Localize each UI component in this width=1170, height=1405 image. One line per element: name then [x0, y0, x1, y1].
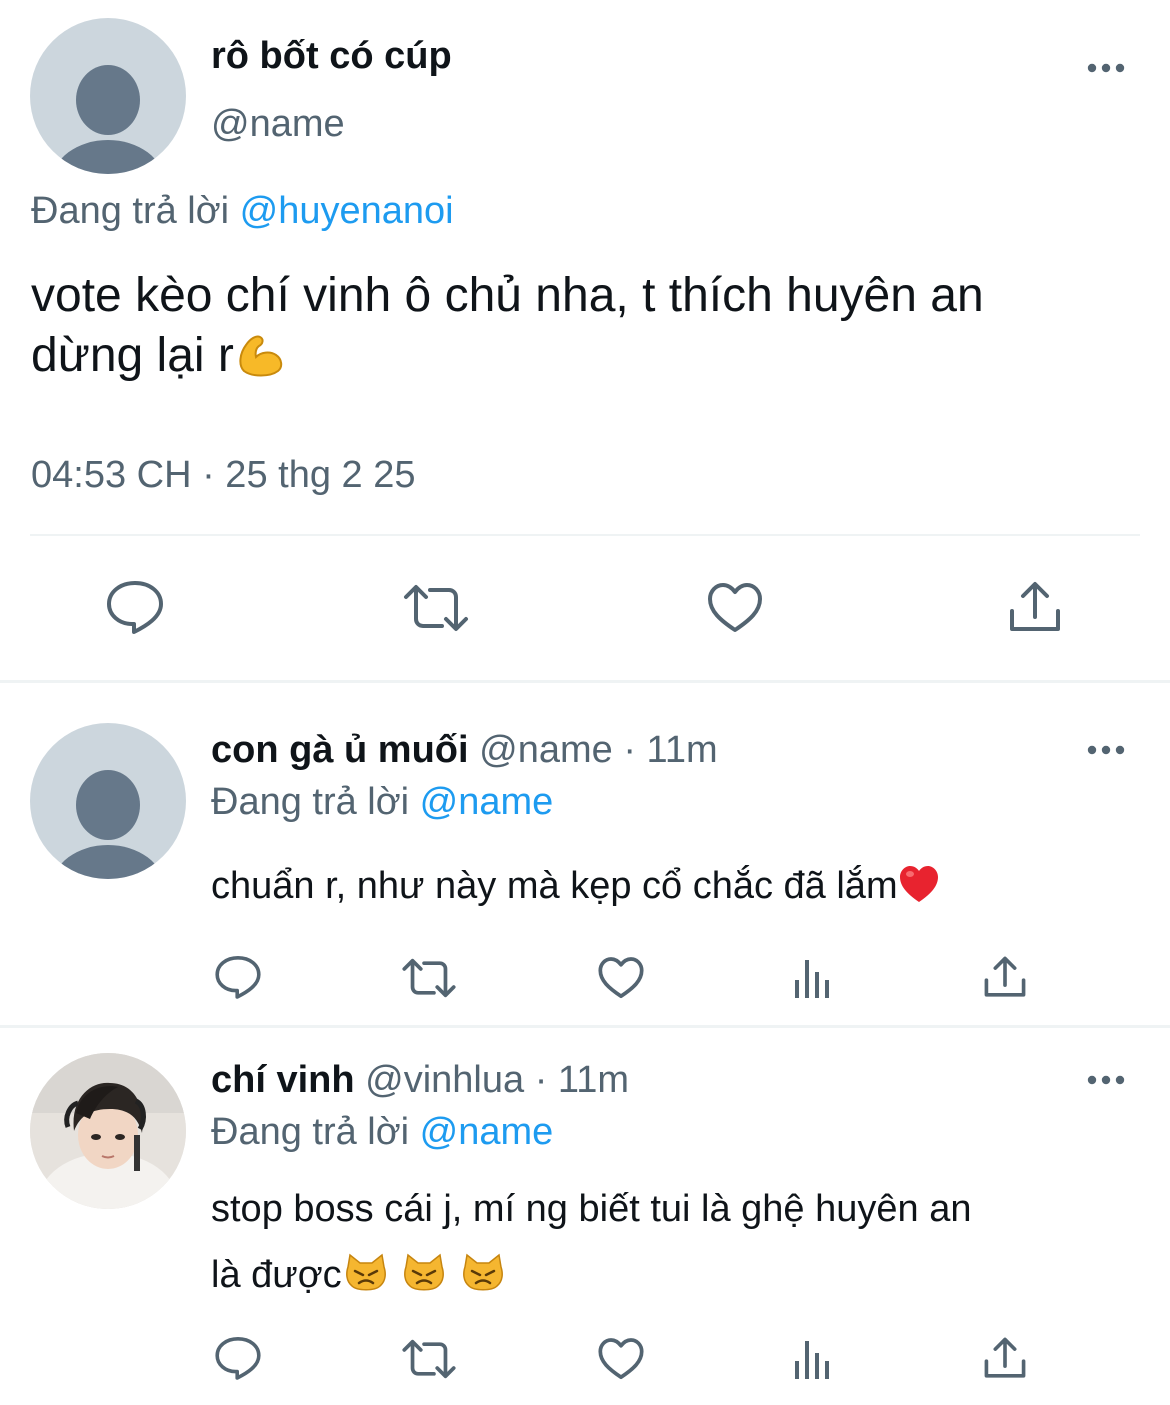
pouting-cat-emoji [342, 1253, 390, 1296]
upload-arrow-icon [984, 956, 1026, 997]
avatar[interactable] [30, 723, 186, 879]
mention-link[interactable]: @name [420, 781, 554, 823]
display-name[interactable]: chí vinh [211, 1059, 355, 1101]
avatar[interactable] [30, 18, 186, 174]
display-name[interactable]: con gà ủ muối [211, 729, 469, 771]
handle[interactable]: @name [479, 729, 613, 771]
tweet-text-line-2: dừng lại r [31, 326, 1161, 386]
heart-outline-icon [598, 1338, 644, 1380]
retweet-button[interactable] [401, 957, 457, 999]
like-button[interactable] [597, 956, 645, 1000]
tweet-text-line: stop boss cái j, mí ng biết tui là ghệ h… [211, 1188, 972, 1230]
heart-outline-icon [708, 583, 762, 632]
more-options-icon[interactable] [1086, 1072, 1126, 1088]
views-button[interactable] [793, 1339, 833, 1381]
reply-button[interactable] [214, 1335, 262, 1381]
avatar[interactable] [30, 1053, 186, 1209]
like-button[interactable] [706, 582, 764, 634]
tweet-text-line: vote kèo chí vinh ô chủ nha, t thích huy… [31, 269, 984, 322]
tweet-text-line: là được [211, 1254, 342, 1296]
mention-link[interactable]: @name [420, 1111, 554, 1153]
views-button[interactable] [793, 958, 833, 1000]
retweet-arrows-icon [402, 1339, 456, 1379]
replying-to: Đang trả lời @name [211, 779, 553, 825]
share-button[interactable] [983, 956, 1027, 998]
retweet-arrows-icon [402, 958, 456, 998]
retweet-button[interactable] [401, 1338, 457, 1380]
upload-arrow-icon [1010, 582, 1060, 631]
divider [30, 534, 1140, 536]
tweet-text-line: chuẩn r, như này mà kẹp cổ chắc đã lắm [211, 865, 898, 907]
share-button[interactable] [983, 1337, 1027, 1379]
pouting-cat-emoji [459, 1253, 507, 1296]
tweet-text: stop boss cái j, mí ng biết tui là ghệ h… [211, 1176, 1151, 1308]
red-heart-emoji [898, 865, 940, 907]
speech-bubble-icon [107, 581, 163, 634]
pouting-cat-emoji [400, 1253, 448, 1296]
reply-button[interactable] [214, 954, 262, 1000]
replying-to: Đang trả lời @huyenanoi [31, 188, 454, 234]
replying-prefix: Đang trả lời [211, 781, 410, 823]
flexed-biceps-emoji [234, 329, 288, 382]
reply-header: con gà ủ muối @name · 11m [211, 727, 718, 773]
share-button[interactable] [1008, 581, 1062, 633]
like-button[interactable] [597, 1337, 645, 1381]
bar-chart-icon [795, 960, 829, 998]
reply-time[interactable]: · 11m [535, 1059, 629, 1101]
display-name[interactable]: rô bốt có cúp [211, 34, 452, 78]
tweet-text: vote kèo chí vinh ô chủ nha, t thích huy… [31, 266, 1161, 386]
upload-arrow-icon [984, 1337, 1026, 1378]
divider [0, 1025, 1170, 1028]
more-options-icon[interactable] [1086, 60, 1126, 76]
default-avatar-icon [53, 65, 163, 174]
tweet-text-line-2: là được [211, 1242, 1151, 1308]
handle[interactable]: @vinhlua [365, 1059, 524, 1101]
heart-outline-icon [598, 957, 644, 999]
divider [0, 680, 1170, 683]
mention-link[interactable]: @huyenanoi [240, 190, 454, 232]
handle[interactable]: @name [211, 102, 345, 146]
timestamp[interactable]: 04:53 CH · 25 thg 2 25 [31, 452, 415, 498]
profile-photo [30, 1053, 186, 1209]
retweet-arrows-icon [404, 585, 468, 631]
replying-prefix: Đang trả lời [31, 190, 230, 232]
replying-prefix: Đang trả lời [211, 1111, 410, 1153]
reply-header: chí vinh @vinhlua · 11m [211, 1057, 629, 1103]
replying-to: Đang trả lời @name [211, 1109, 553, 1155]
default-avatar-icon [53, 770, 163, 879]
bar-chart-icon [795, 1341, 829, 1379]
speech-bubble-icon [215, 1337, 261, 1380]
speech-bubble-icon [215, 956, 261, 999]
reply-button[interactable] [105, 579, 165, 635]
retweet-button[interactable] [402, 583, 470, 633]
reply-time[interactable]: · 11m [623, 729, 717, 771]
tweet-text-line: dừng lại r [31, 329, 234, 382]
tweet-text: chuẩn r, như này mà kẹp cổ chắc đã lắm [211, 862, 940, 910]
more-options-icon[interactable] [1086, 742, 1126, 758]
